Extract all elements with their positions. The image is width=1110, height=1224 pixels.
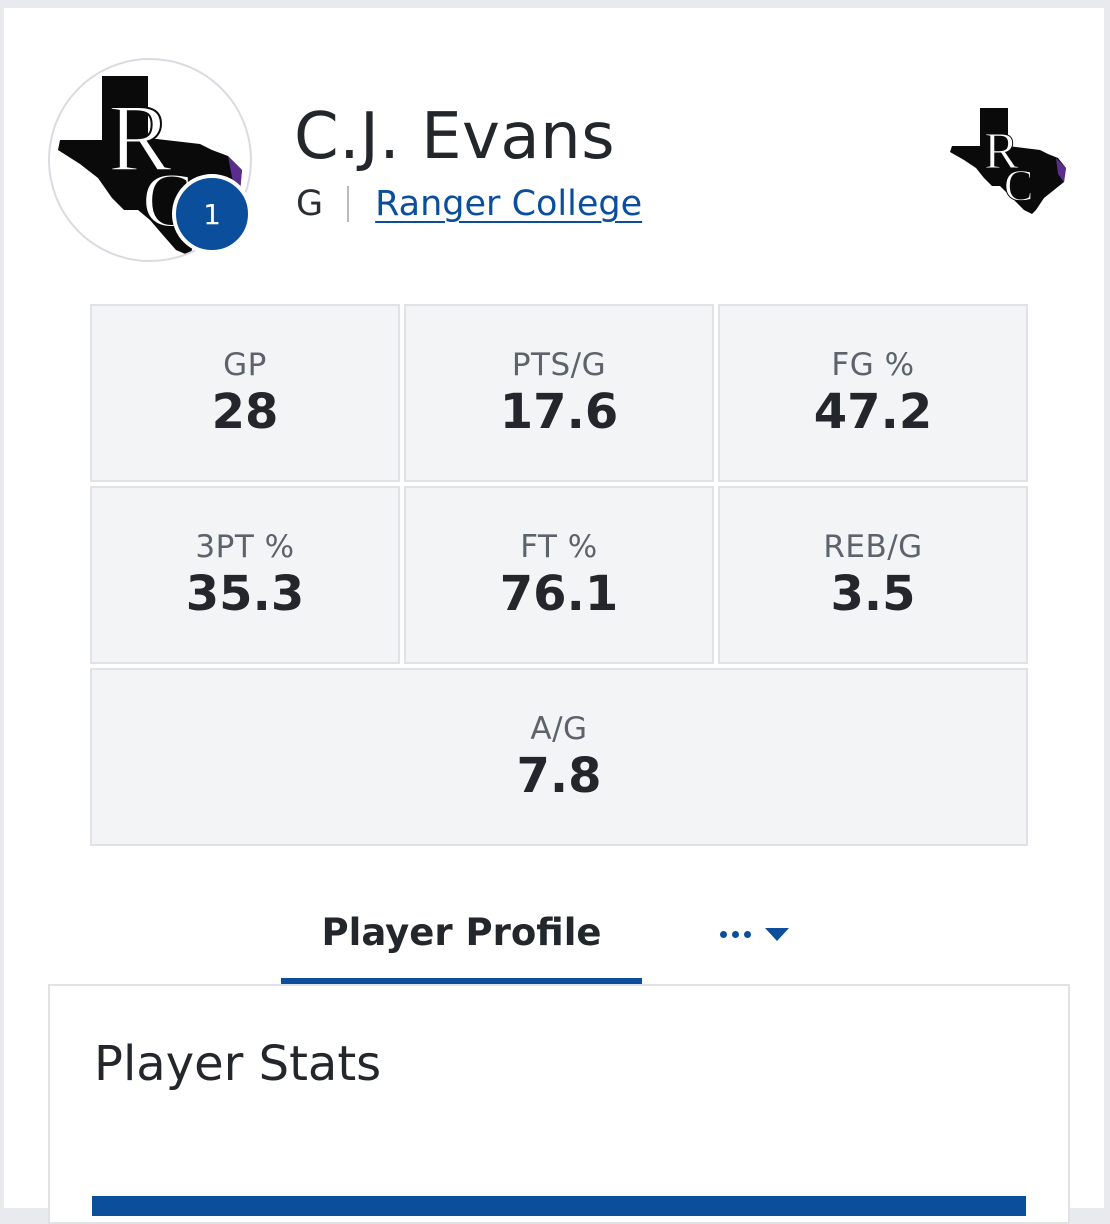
stat-value: 28 — [211, 383, 279, 440]
team-logo: R C — [948, 106, 1068, 220]
jersey-number-badge: 1 — [172, 174, 252, 254]
caret-down-icon — [765, 927, 789, 941]
ranger-college-logo-icon: R C — [950, 108, 1066, 214]
stat-label: A/G — [530, 710, 588, 747]
stat-ast-per-game: A/G 7.8 — [90, 668, 1028, 846]
stat-value: 76.1 — [499, 565, 619, 622]
player-subtitle: G Ranger College — [296, 184, 642, 224]
more-tabs-dropdown[interactable] — [720, 914, 789, 954]
stat-ft-pct: FT % 76.1 — [404, 486, 714, 664]
stat-label: REB/G — [823, 528, 923, 565]
tab-player-profile[interactable]: Player Profile — [281, 904, 642, 986]
stat-value: 3.5 — [830, 565, 916, 622]
divider — [347, 186, 350, 222]
stat-reb-per-game: REB/G 3.5 — [718, 486, 1028, 664]
stat-value: 17.6 — [499, 383, 619, 440]
stat-label: PTS/G — [511, 346, 607, 383]
player-name: C.J. Evans — [294, 100, 616, 174]
stat-value: 7.8 — [516, 747, 602, 804]
section-title: Player Stats — [94, 1036, 382, 1092]
stat-3pt-pct: 3PT % 35.3 — [90, 486, 400, 664]
team-link[interactable]: Ranger College — [375, 184, 642, 224]
player-card: R C 1 C.J. Evans G Ranger College R C GP… — [4, 8, 1104, 1224]
ellipsis-icon — [720, 930, 751, 938]
stat-pts-per-game: PTS/G 17.6 — [404, 304, 714, 482]
stats-grid: GP 28 PTS/G 17.6 FG % 47.2 3PT % 35.3 FT… — [90, 304, 1028, 846]
player-position: G — [296, 184, 324, 224]
stat-value: 35.3 — [185, 565, 305, 622]
stat-fg-pct: FG % 47.2 — [718, 304, 1028, 482]
svg-text:C: C — [1004, 161, 1033, 210]
stat-label: GP — [223, 346, 267, 383]
stat-label: FT % — [520, 528, 598, 565]
player-stats-panel: Player Stats — [48, 984, 1070, 1224]
stat-label: FG % — [831, 346, 915, 383]
stat-value: 47.2 — [813, 383, 933, 440]
stat-label: 3PT % — [195, 528, 295, 565]
stats-table-header-bar — [92, 1196, 1026, 1216]
stat-gp: GP 28 — [90, 304, 400, 482]
